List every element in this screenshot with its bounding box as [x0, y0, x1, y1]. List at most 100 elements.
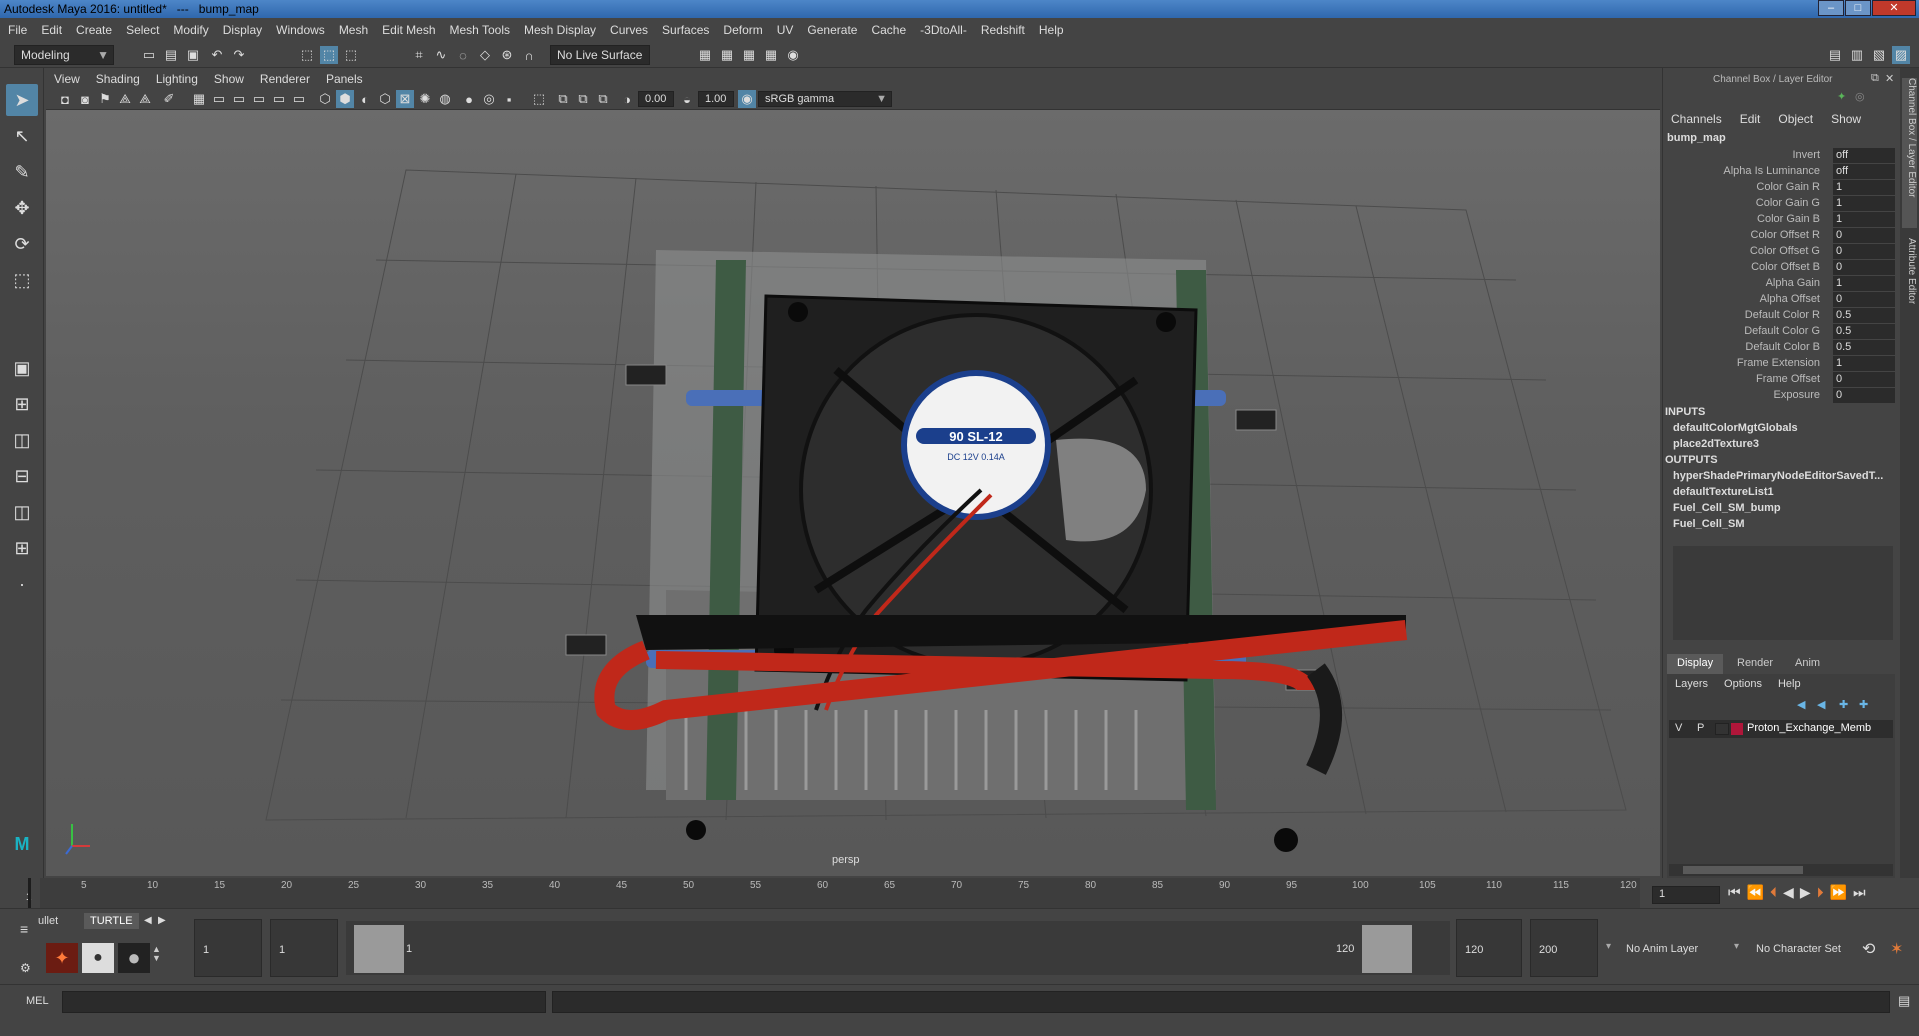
- cb-menu-object[interactable]: Object: [1778, 112, 1813, 126]
- safe-action-icon[interactable]: ▭: [290, 90, 308, 108]
- render-frame-icon[interactable]: ▦: [718, 46, 736, 64]
- select-component-icon[interactable]: ⬚: [342, 46, 360, 64]
- scale-tool-icon[interactable]: ⬚: [6, 264, 38, 296]
- menu-mesh-tools[interactable]: Mesh Tools: [450, 23, 510, 37]
- 2d-pan-zoom-icon[interactable]: ⟁: [136, 90, 154, 108]
- shadows-icon[interactable]: ◍: [436, 90, 454, 108]
- menu-mesh[interactable]: Mesh: [339, 23, 368, 37]
- attr-row[interactable]: Color Offset G 0: [1663, 244, 1900, 260]
- new-empty-layer-icon[interactable]: ✚: [1839, 698, 1848, 711]
- turtle-sphere-icon[interactable]: ●: [118, 943, 150, 973]
- attr-value[interactable]: 0.5: [1833, 308, 1895, 323]
- time-slider[interactable]: 5 10 15 20 25 30 35 40 45 50 55 60 65 70…: [26, 878, 1640, 908]
- wireframe-on-shaded-icon[interactable]: ⬡: [376, 90, 394, 108]
- gamma-icon[interactable]: ◒: [678, 90, 696, 108]
- command-input[interactable]: [62, 991, 546, 1013]
- menu-curves[interactable]: Curves: [610, 23, 648, 37]
- close-panel-icon[interactable]: ✕: [1885, 72, 1894, 85]
- cb-menu-edit[interactable]: Edit: [1740, 112, 1761, 126]
- auto-key-icon[interactable]: ⟲: [1862, 939, 1875, 959]
- gate-mask-icon[interactable]: ▭: [250, 90, 268, 108]
- attr-row[interactable]: Default Color B 0.5: [1663, 340, 1900, 356]
- layer-visibility-toggle[interactable]: V: [1675, 722, 1682, 734]
- attr-value[interactable]: 0: [1833, 388, 1895, 403]
- attr-value[interactable]: 0: [1833, 228, 1895, 243]
- anim-layer-field[interactable]: No Anim Layer: [1626, 943, 1698, 955]
- mode-dropdown[interactable]: Modeling ▼: [14, 45, 114, 65]
- animation-start-field[interactable]: 1: [194, 919, 262, 977]
- live-surface-field[interactable]: No Live Surface: [550, 45, 650, 65]
- attr-row[interactable]: Alpha Offset 0: [1663, 292, 1900, 308]
- select-tool-icon[interactable]: ➤: [6, 84, 38, 116]
- xray-icon[interactable]: ⧉: [554, 90, 572, 108]
- four-view-layout-icon[interactable]: ⊞: [6, 388, 38, 420]
- persp-outliner-layout-icon[interactable]: ◫: [6, 424, 38, 456]
- range-start-handle[interactable]: [354, 925, 404, 973]
- attr-value[interactable]: 0: [1833, 372, 1895, 387]
- snap-point-icon[interactable]: ◌: [454, 46, 472, 64]
- perspective-viewport[interactable]: 90 SL-12 DC 12V 0.14A persp: [46, 110, 1660, 876]
- maximize-button[interactable]: □: [1845, 0, 1871, 16]
- resolution-gate-icon[interactable]: ▭: [230, 90, 248, 108]
- attr-row[interactable]: Frame Offset 0: [1663, 372, 1900, 388]
- xray-joints-icon[interactable]: ⧉: [574, 90, 592, 108]
- tool-settings-toggle-icon[interactable]: ▧: [1870, 46, 1888, 64]
- attr-value[interactable]: 0.5: [1833, 340, 1895, 355]
- menu-deform[interactable]: Deform: [723, 23, 762, 37]
- bookmark-icon[interactable]: ⚑: [96, 90, 114, 108]
- smooth-shade-icon[interactable]: ⬢: [336, 90, 354, 108]
- attr-row[interactable]: Exposure 0: [1663, 388, 1900, 404]
- redo-icon[interactable]: ↷: [230, 46, 248, 64]
- panel-menu-renderer[interactable]: Renderer: [260, 72, 310, 86]
- layer-horizontal-scrollbar[interactable]: [1669, 864, 1893, 876]
- play-forwards-icon[interactable]: ▶: [1800, 884, 1811, 901]
- layer-color-swatch[interactable]: [1731, 723, 1743, 735]
- camera-attributes-icon[interactable]: ◙: [76, 90, 94, 108]
- cb-menu-show[interactable]: Show: [1831, 112, 1861, 126]
- layer-menu-options[interactable]: Options: [1724, 678, 1762, 690]
- cb-menu-channels[interactable]: Channels: [1671, 112, 1722, 126]
- panel-menu-shading[interactable]: Shading: [96, 72, 140, 86]
- menu-file[interactable]: File: [8, 23, 27, 37]
- float-panel-icon[interactable]: ⧉: [1871, 72, 1879, 85]
- step-back-frame-icon[interactable]: ⏪: [1747, 884, 1764, 901]
- magnet-icon[interactable]: ∩: [520, 46, 538, 64]
- range-slider[interactable]: 1 120: [346, 921, 1450, 975]
- panel-menu-lighting[interactable]: Lighting: [156, 72, 198, 86]
- go-to-end-icon[interactable]: ⏭: [1853, 884, 1866, 901]
- persp-graph-layout-icon[interactable]: ⊟: [6, 460, 38, 492]
- isolate-select-icon[interactable]: ⬚: [530, 90, 548, 108]
- input-node[interactable]: defaultColorMgtGlobals: [1673, 422, 1893, 434]
- menu-select[interactable]: Select: [126, 23, 159, 37]
- pin-icon[interactable]: ✦: [1837, 90, 1846, 103]
- move-layer-down-icon[interactable]: ◀: [1817, 698, 1825, 711]
- grid-toggle-icon[interactable]: ▦: [190, 90, 208, 108]
- use-all-lights-icon[interactable]: ✺: [416, 90, 434, 108]
- attr-row[interactable]: Frame Extension 1: [1663, 356, 1900, 372]
- playhead[interactable]: [28, 878, 31, 908]
- shelf-menu-icon[interactable]: ≡: [20, 921, 28, 937]
- panel-menu-panels[interactable]: Panels: [326, 72, 363, 86]
- exposure-field[interactable]: 0.00: [638, 91, 674, 107]
- input-node[interactable]: place2dTexture3: [1673, 438, 1893, 450]
- attr-row[interactable]: Color Offset B 0: [1663, 260, 1900, 276]
- output-node[interactable]: Fuel_Cell_SM_bump: [1673, 502, 1893, 514]
- grease-pencil-icon[interactable]: ✐: [160, 90, 178, 108]
- output-node[interactable]: defaultTextureList1: [1673, 486, 1893, 498]
- menu-create[interactable]: Create: [76, 23, 112, 37]
- menu-mesh-display[interactable]: Mesh Display: [524, 23, 596, 37]
- snap-grid-icon[interactable]: ⌗: [410, 46, 428, 64]
- move-tool-icon[interactable]: ✥: [6, 192, 38, 224]
- menu-uv[interactable]: UV: [777, 23, 794, 37]
- attr-row[interactable]: Default Color R 0.5: [1663, 308, 1900, 324]
- motion-blur-icon[interactable]: ◎: [480, 90, 498, 108]
- go-to-start-icon[interactable]: ⏮: [1728, 884, 1741, 901]
- panel-menu-view[interactable]: View: [54, 72, 80, 86]
- shelf-scroll-right-icon[interactable]: ▶: [158, 915, 166, 926]
- attr-row[interactable]: Alpha Gain 1: [1663, 276, 1900, 292]
- shelf-overflow-icon[interactable]: ▲ ▼: [152, 945, 161, 963]
- attr-row[interactable]: Color Gain R 1: [1663, 180, 1900, 196]
- save-scene-icon[interactable]: ▣: [184, 46, 202, 64]
- command-language-label[interactable]: MEL: [26, 995, 49, 1007]
- character-set-menu-icon[interactable]: ▾: [1734, 941, 1739, 952]
